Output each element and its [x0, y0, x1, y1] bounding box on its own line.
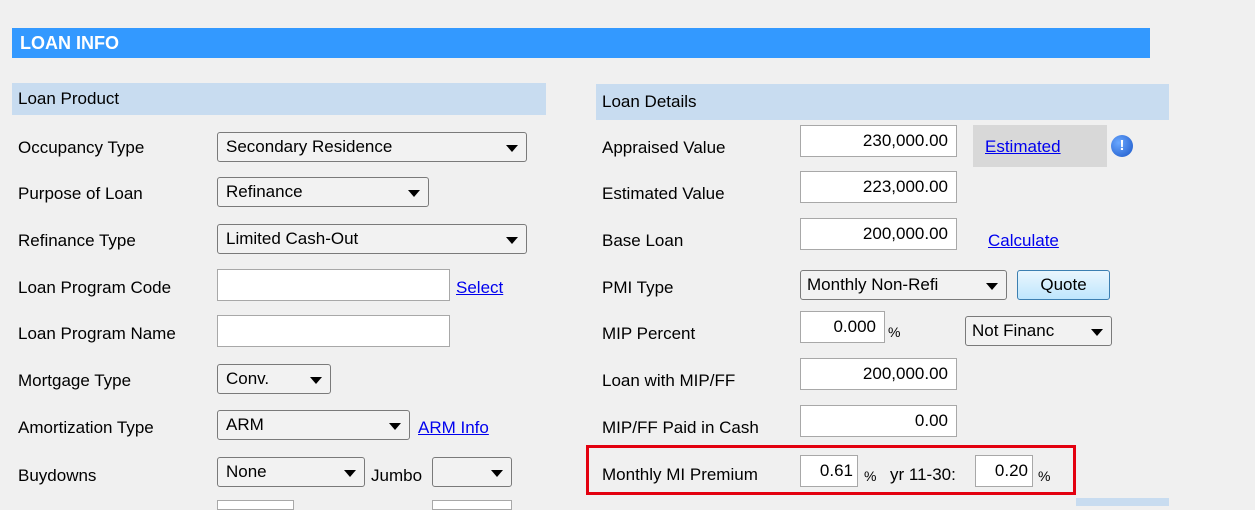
- refinance-type-select[interactable]: Limited Cash-Out: [217, 224, 527, 254]
- chevron-down-icon: [506, 145, 518, 152]
- chevron-down-icon: [1091, 329, 1103, 336]
- chevron-down-icon: [389, 423, 401, 430]
- partial-input[interactable]: [217, 500, 294, 510]
- occupancy-type-value: Secondary Residence: [226, 137, 393, 156]
- mortgage-type-value: Conv.: [226, 369, 270, 388]
- mip-percent-label: MIP Percent: [602, 324, 696, 343]
- amortization-type-select[interactable]: ARM: [217, 410, 410, 440]
- refinance-type-value: Limited Cash-Out: [226, 229, 359, 248]
- occupancy-type-select[interactable]: Secondary Residence: [217, 132, 527, 162]
- base-loan-label: Base Loan: [602, 231, 684, 250]
- loan-program-name-input[interactable]: [217, 315, 450, 347]
- refinance-type-label: Refinance Type: [18, 231, 136, 250]
- mip-paid-cash-label: MIP/FF Paid in Cash: [602, 418, 759, 437]
- estimated-value-label: Estimated Value: [602, 184, 725, 203]
- mip-percent-input[interactable]: 0.000: [800, 311, 885, 343]
- yr-11-30-label: yr 11-30:: [890, 465, 956, 484]
- yr-11-30-input[interactable]: 0.20: [975, 455, 1033, 487]
- loan-program-code-label: Loan Program Code: [18, 278, 172, 297]
- purpose-of-loan-label: Purpose of Loan: [18, 184, 143, 203]
- loan-info-header: LOAN INFO: [12, 28, 1150, 58]
- chevron-down-icon: [986, 283, 998, 290]
- loan-details-section-header: Loan Details: [596, 84, 1169, 120]
- chevron-down-icon: [310, 377, 322, 384]
- mip-financed-value: Not Financ: [972, 321, 1055, 340]
- base-loan-input[interactable]: 200,000.00: [800, 218, 957, 250]
- purpose-of-loan-value: Refinance: [226, 182, 303, 201]
- loan-program-name-label: Loan Program Name: [18, 324, 176, 343]
- jumbo-select[interactable]: [432, 457, 512, 487]
- occupancy-type-label: Occupancy Type: [18, 138, 145, 157]
- monthly-mi-premium-input[interactable]: 0.61: [800, 455, 858, 487]
- buydowns-value: None: [226, 462, 267, 481]
- estimated-value-input[interactable]: 223,000.00: [800, 171, 957, 203]
- chevron-down-icon: [491, 470, 503, 477]
- calculate-link[interactable]: Calculate: [988, 231, 1059, 251]
- buydowns-select[interactable]: None: [217, 457, 365, 487]
- pmi-type-select[interactable]: Monthly Non-Refi: [800, 270, 1007, 300]
- partial-input[interactable]: [432, 500, 512, 510]
- pmi-type-label: PMI Type: [602, 278, 674, 297]
- estimated-link[interactable]: Estimated: [985, 137, 1061, 157]
- mortgage-type-label: Mortgage Type: [18, 371, 132, 390]
- yr-11-30-unit: %: [1038, 468, 1051, 484]
- next-section-header: [1076, 498, 1169, 506]
- mip-percent-unit: %: [888, 324, 901, 340]
- loan-program-code-input[interactable]: [217, 269, 450, 301]
- amortization-type-label: Amortization Type: [18, 418, 154, 437]
- appraised-value-input[interactable]: 230,000.00: [800, 125, 957, 157]
- arm-info-link[interactable]: ARM Info: [418, 418, 489, 438]
- info-icon[interactable]: !: [1111, 135, 1133, 157]
- buydowns-label: Buydowns: [18, 466, 97, 485]
- mip-financed-select[interactable]: Not Financ: [965, 316, 1112, 346]
- jumbo-label: Jumbo: [371, 466, 423, 485]
- mortgage-type-select[interactable]: Conv.: [217, 364, 331, 394]
- loan-product-section-header: Loan Product: [12, 83, 546, 115]
- loan-with-mip-input[interactable]: 200,000.00: [800, 358, 957, 390]
- appraised-value-label: Appraised Value: [602, 138, 726, 157]
- chevron-down-icon: [506, 237, 518, 244]
- select-link[interactable]: Select: [456, 278, 503, 298]
- chevron-down-icon: [344, 470, 356, 477]
- chevron-down-icon: [408, 190, 420, 197]
- quote-button[interactable]: Quote: [1017, 270, 1110, 300]
- purpose-of-loan-select[interactable]: Refinance: [217, 177, 429, 207]
- pmi-type-value: Monthly Non-Refi: [807, 275, 939, 294]
- monthly-mi-premium-label: Monthly MI Premium: [602, 465, 758, 484]
- amortization-type-value: ARM: [226, 415, 264, 434]
- loan-with-mip-label: Loan with MIP/FF: [602, 371, 736, 390]
- mip-paid-cash-input[interactable]: 0.00: [800, 405, 957, 437]
- monthly-mi-unit: %: [864, 468, 877, 484]
- estimated-panel: Estimated: [973, 125, 1107, 167]
